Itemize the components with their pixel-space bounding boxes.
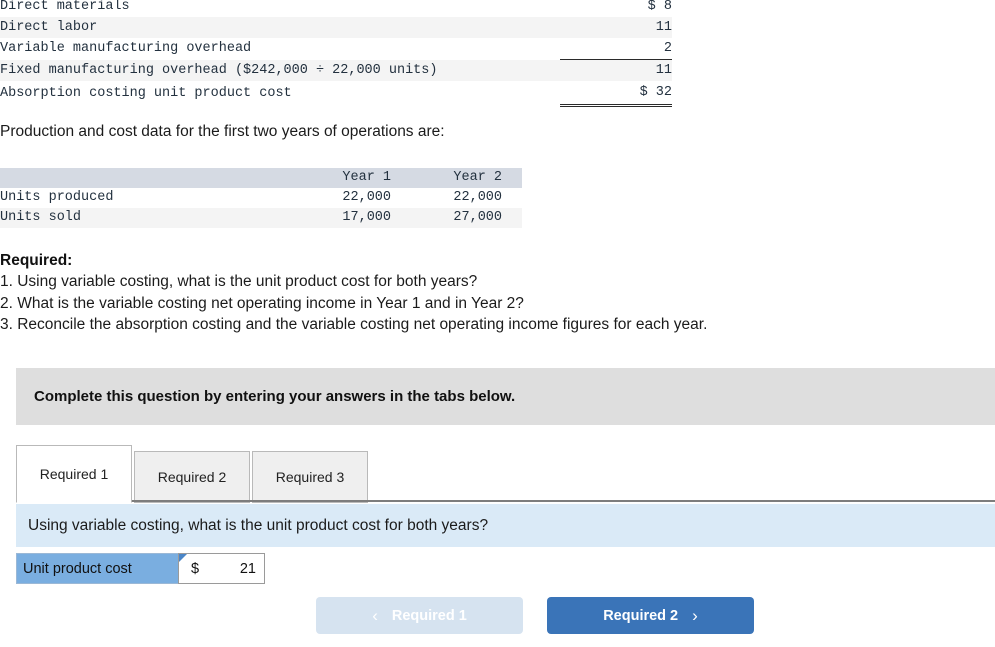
production-intro-text: Production and cost data for the first t… bbox=[0, 123, 445, 140]
table-row: Variable manufacturing overhead 2 bbox=[0, 38, 672, 60]
instruction-banner: Complete this question by entering your … bbox=[16, 368, 995, 425]
answer-label-text: Unit product cost bbox=[23, 560, 132, 577]
tab-required-2[interactable]: Required 2 bbox=[134, 451, 250, 503]
production-row-label: Units sold bbox=[0, 210, 82, 225]
cost-row-value: 2 bbox=[663, 41, 672, 56]
unit-product-cost-input[interactable]: $ 21 bbox=[178, 553, 265, 584]
production-row-year2: 27,000 bbox=[453, 210, 502, 225]
table-header-row: Year 1 Year 2 bbox=[0, 168, 522, 188]
cost-row-value: 11 bbox=[560, 59, 672, 81]
currency-symbol: $ bbox=[639, 85, 648, 100]
tab-strip: Required 1 Required 2 Required 3 bbox=[16, 443, 995, 503]
cost-row-value: 11 bbox=[655, 20, 672, 35]
tab-label: Required 3 bbox=[275, 469, 345, 485]
column-header-blank bbox=[0, 168, 300, 188]
prev-required-button[interactable]: ‹ Required 1 bbox=[316, 597, 523, 634]
tab-label: Required 1 bbox=[39, 466, 109, 482]
cell-marker-icon bbox=[179, 554, 187, 562]
production-data-table: Year 1 Year 2 Units produced 22,000 22,0… bbox=[0, 168, 522, 228]
tab-required-1[interactable]: Required 1 bbox=[16, 445, 132, 503]
next-required-button[interactable]: Required 2 › bbox=[547, 597, 754, 634]
worksheet-page: Direct materials $ 8 Direct labor 11 Var… bbox=[0, 0, 995, 647]
tab-label: Required 2 bbox=[157, 469, 227, 485]
required-block: Required: 1. Using variable costing, wha… bbox=[0, 250, 960, 336]
tab-required-3[interactable]: Required 3 bbox=[252, 451, 368, 503]
absorption-cost-table: Direct materials $ 8 Direct labor 11 Var… bbox=[0, 0, 672, 107]
required-item-2: 2. What is the variable costing net oper… bbox=[0, 294, 524, 312]
required-heading: Required: bbox=[0, 252, 73, 269]
question-bar: Using variable costing, what is the unit… bbox=[16, 504, 995, 547]
table-row: Direct labor 11 bbox=[0, 17, 672, 38]
instruction-banner-text: Complete this question by entering your … bbox=[34, 388, 516, 405]
currency-symbol: $ bbox=[191, 560, 200, 577]
chevron-left-icon: ‹ bbox=[372, 606, 378, 625]
table-row: Units produced 22,000 22,000 bbox=[0, 188, 522, 208]
production-row-year1: 22,000 bbox=[342, 190, 391, 205]
chevron-right-icon: › bbox=[692, 606, 698, 625]
production-row-label: Units produced bbox=[0, 190, 114, 205]
table-row: Units sold 17,000 27,000 bbox=[0, 208, 522, 228]
table-row-total: Absorption costing unit product cost $ 3… bbox=[0, 81, 672, 107]
column-header-year1: Year 1 bbox=[300, 168, 411, 188]
answer-row-label: Unit product cost bbox=[16, 553, 179, 584]
cost-row-label: Fixed manufacturing overhead ($242,000 ÷… bbox=[0, 62, 438, 78]
total-value: 32 bbox=[655, 85, 672, 100]
table-row: Fixed manufacturing overhead ($242,000 ÷… bbox=[0, 59, 672, 81]
prev-button-label: Required 1 bbox=[391, 607, 467, 624]
currency-symbol: $ bbox=[647, 0, 656, 14]
table-row: Direct materials $ 8 bbox=[0, 0, 672, 17]
tab-strip-divider bbox=[16, 500, 995, 502]
answer-row: Unit product cost $ 21 bbox=[16, 553, 265, 584]
cost-row-value: $ 8 bbox=[560, 0, 672, 17]
production-row-year2: 22,000 bbox=[453, 190, 502, 205]
cost-value: 8 bbox=[663, 0, 672, 14]
cost-row-label: Direct labor bbox=[0, 20, 98, 35]
column-header-year2: Year 2 bbox=[411, 168, 522, 188]
required-item-1: 1. Using variable costing, what is the u… bbox=[0, 273, 478, 290]
cost-row-label: Variable manufacturing overhead bbox=[0, 41, 252, 57]
question-bar-text: Using variable costing, what is the unit… bbox=[28, 516, 489, 534]
production-row-year1: 17,000 bbox=[342, 210, 391, 225]
next-button-label: Required 2 bbox=[603, 607, 679, 624]
cost-total-value: $ 32 bbox=[560, 81, 672, 107]
answer-value: 21 bbox=[239, 560, 256, 577]
cost-row-label: Direct materials bbox=[0, 0, 130, 14]
required-item-3: 3. Reconcile the absorption costing and … bbox=[0, 316, 708, 333]
cost-total-label: Absorption costing unit product cost bbox=[0, 81, 560, 106]
